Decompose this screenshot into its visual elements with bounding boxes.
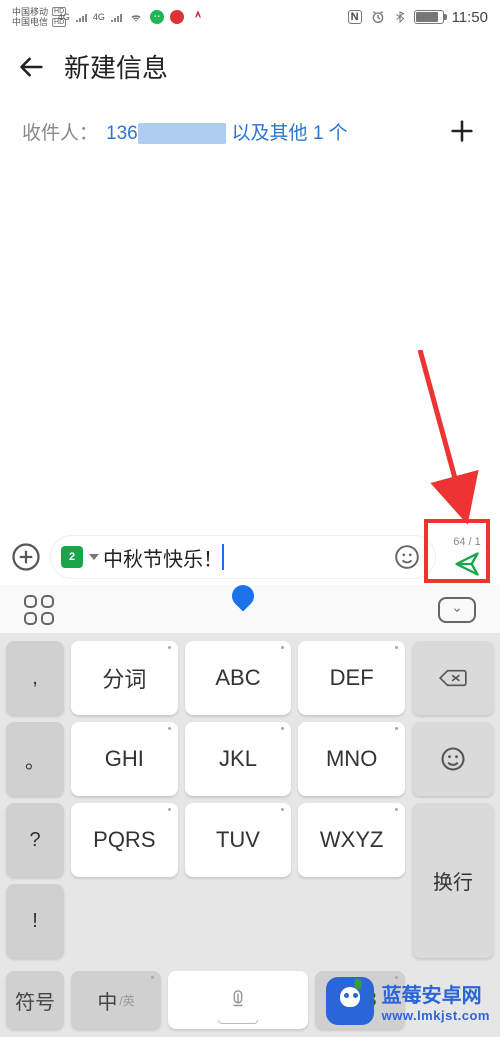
net-2: 4G	[93, 12, 105, 22]
watermark-logo-icon	[326, 977, 374, 1025]
key-period[interactable]: 。	[6, 722, 64, 796]
signal-2-icon	[111, 13, 122, 22]
key-jkl[interactable]: JKL	[185, 722, 292, 796]
message-input[interactable]: 2 中秋节快乐！	[50, 535, 436, 579]
keyboard-apps-button[interactable]	[24, 595, 54, 625]
huawei-icon	[190, 9, 206, 25]
battery-icon	[414, 10, 444, 24]
key-pqrs[interactable]: PQRS	[71, 803, 178, 877]
signal-1-icon	[76, 13, 87, 22]
watermark: 蓝莓安卓网 www.lmkjst.com	[326, 977, 490, 1025]
text-cursor	[222, 544, 224, 570]
key-space[interactable]	[168, 971, 308, 1029]
nfc-icon: N	[348, 10, 362, 24]
keyboard: , 分词 ABC DEF 。 GHI JKL MNO ? PQRS TUV WX…	[0, 633, 500, 971]
page-title: 新建信息	[64, 48, 168, 85]
add-recipient-button[interactable]	[446, 115, 478, 147]
key-segment[interactable]: 分词	[71, 641, 178, 715]
annotation-arrow	[410, 350, 490, 540]
bluetooth-icon	[394, 9, 406, 25]
app-header: 新建信息	[0, 34, 500, 105]
carrier-2: 中国电信	[12, 17, 48, 27]
key-tuv[interactable]: TUV	[185, 803, 292, 877]
watermark-url: www.lmkjst.com	[382, 1008, 490, 1023]
net-1: 4G	[58, 12, 70, 22]
wifi-icon	[128, 10, 144, 24]
key-enter[interactable]: 换行	[412, 803, 494, 958]
key-exclaim[interactable]: !	[6, 884, 64, 958]
keyboard-collapse-button[interactable]	[438, 597, 476, 623]
key-question[interactable]: ?	[6, 803, 64, 877]
key-wxyz[interactable]: WXYZ	[298, 803, 405, 877]
clock: 11:50	[452, 9, 488, 26]
key-ghi[interactable]: GHI	[71, 722, 178, 796]
recipient-label: 收件人：	[22, 118, 98, 145]
key-language[interactable]: 中/英	[71, 971, 161, 1029]
key-symbols-btn[interactable]: 符号	[6, 971, 64, 1029]
attach-button[interactable]	[8, 539, 44, 575]
key-mno[interactable]: MNO	[298, 722, 405, 796]
alarm-icon	[370, 9, 386, 25]
sim-selector[interactable]: 2	[61, 546, 83, 568]
key-def[interactable]: DEF	[298, 641, 405, 715]
recipient-value: 13600000000 以及其他 1 个	[106, 118, 348, 145]
key-abc[interactable]: ABC	[185, 641, 292, 715]
sim-dropdown-icon[interactable]	[89, 554, 99, 560]
recipient-row[interactable]: 收件人： 13600000000 以及其他 1 个	[0, 105, 500, 163]
carrier-1: 中国移动	[12, 7, 48, 17]
back-button[interactable]	[18, 53, 46, 81]
watermark-title: 蓝莓安卓网	[382, 979, 490, 1008]
annotation-highlight	[424, 519, 490, 583]
key-comma[interactable]: ,	[6, 641, 64, 715]
key-backspace[interactable]	[412, 641, 494, 715]
notification-icon	[170, 10, 184, 24]
key-emoji[interactable]	[412, 722, 494, 796]
emoji-button[interactable]	[389, 539, 425, 575]
status-bar: 中国移动HD 中国电信HD 4G 4G N 11:50	[0, 0, 500, 34]
message-text: 中秋节快乐！	[103, 543, 223, 572]
wechat-icon	[150, 10, 164, 24]
